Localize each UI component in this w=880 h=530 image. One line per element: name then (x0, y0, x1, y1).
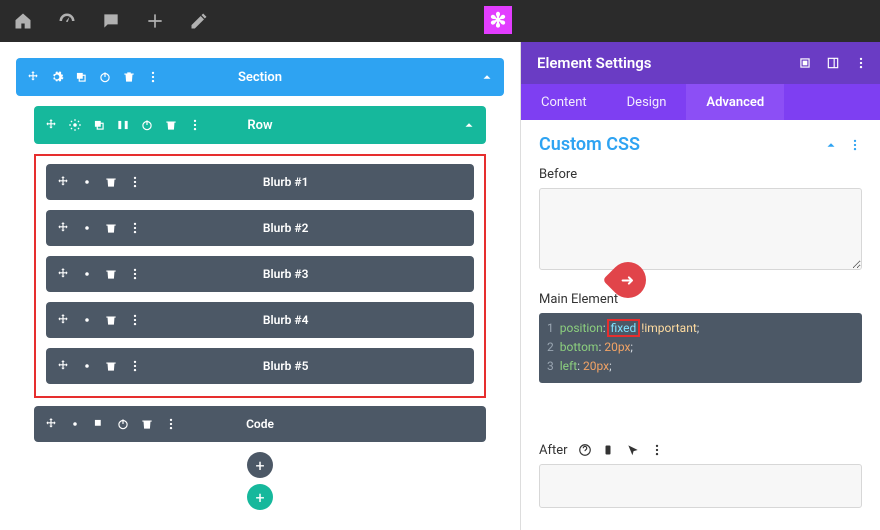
panel-title: Element Settings (537, 54, 652, 72)
more-icon[interactable] (146, 70, 160, 84)
more-icon[interactable] (848, 138, 862, 152)
chevron-up-icon[interactable] (824, 138, 838, 152)
after-css-input[interactable] (539, 464, 862, 508)
gear-icon[interactable] (68, 417, 82, 431)
tab-content[interactable]: Content (521, 84, 607, 120)
more-icon[interactable] (128, 313, 142, 327)
more-icon[interactable] (128, 359, 142, 373)
move-icon[interactable] (56, 175, 70, 189)
module-bar[interactable]: Blurb #4 (46, 302, 474, 338)
tab-advanced[interactable]: Advanced (686, 84, 784, 120)
module-label: Blurb #3 (263, 267, 309, 281)
gear-icon[interactable] (80, 359, 94, 373)
module-label: Code (246, 417, 274, 431)
chevron-up-icon[interactable] (480, 70, 494, 84)
columns-icon[interactable] (116, 118, 130, 132)
hover-icon[interactable] (626, 443, 640, 457)
module-label: Blurb #5 (263, 359, 309, 373)
main-element-label: Main Element (539, 292, 862, 307)
power-icon[interactable] (116, 417, 130, 431)
module-bar[interactable]: Blurb #5 (46, 348, 474, 384)
move-icon[interactable] (56, 221, 70, 235)
selected-modules-frame: Blurb #1 Blurb #2 (34, 154, 486, 398)
trash-icon[interactable] (104, 175, 118, 189)
panel-tabs: Content Design Advanced (521, 84, 880, 120)
move-icon[interactable] (44, 118, 58, 132)
main-css-editor[interactable]: 1position: fixed !important; 2bottom: 20… (539, 313, 862, 383)
builder-canvas: Section Row (0, 42, 520, 530)
gear-icon[interactable] (80, 221, 94, 235)
move-icon[interactable] (44, 417, 58, 431)
tab-design[interactable]: Design (607, 84, 687, 120)
module-bar-code[interactable]: Code (34, 406, 486, 442)
help-icon[interactable] (578, 443, 592, 457)
move-icon[interactable] (26, 70, 40, 84)
row-label: Row (247, 118, 272, 133)
trash-icon[interactable] (122, 70, 136, 84)
module-bar[interactable]: Blurb #2 (46, 210, 474, 246)
power-icon[interactable] (98, 70, 112, 84)
chevron-up-icon[interactable] (462, 118, 476, 132)
module-label: Blurb #2 (263, 221, 309, 235)
plus-icon[interactable] (144, 10, 166, 32)
more-icon[interactable] (128, 267, 142, 281)
more-icon[interactable] (854, 56, 868, 70)
phone-icon[interactable] (602, 443, 616, 457)
move-icon[interactable] (56, 359, 70, 373)
module-bar[interactable]: Blurb #1 (46, 164, 474, 200)
snap-icon[interactable] (826, 56, 840, 70)
move-icon[interactable] (56, 267, 70, 281)
row-bar[interactable]: Row (34, 106, 486, 144)
after-label: After (539, 443, 568, 458)
expand-icon[interactable] (798, 56, 812, 70)
settings-panel: Element Settings Content Design Advanced… (520, 42, 880, 530)
gear-icon[interactable] (50, 70, 64, 84)
module-bar[interactable]: Blurb #3 (46, 256, 474, 292)
section-label: Section (238, 70, 282, 85)
panel-header: Element Settings (521, 42, 880, 84)
add-module-button[interactable]: + (247, 452, 273, 478)
home-icon[interactable] (12, 10, 34, 32)
section-custom-css[interactable]: Custom CSS (539, 134, 862, 155)
module-label: Blurb #4 (263, 313, 309, 327)
before-css-input[interactable] (539, 188, 862, 270)
duplicate-icon[interactable] (74, 70, 88, 84)
pencil-icon[interactable] (188, 10, 210, 32)
duplicate-icon[interactable] (92, 118, 106, 132)
brand-icon[interactable]: ✻ (484, 6, 512, 34)
gear-icon[interactable] (80, 175, 94, 189)
trash-icon[interactable] (140, 417, 154, 431)
duplicate-icon[interactable] (92, 417, 106, 431)
dashboard-icon[interactable] (56, 10, 78, 32)
trash-icon[interactable] (104, 221, 118, 235)
before-label: Before (539, 167, 862, 182)
gear-icon[interactable] (80, 267, 94, 281)
trash-icon[interactable] (104, 313, 118, 327)
admin-topbar: ✻ (0, 0, 880, 42)
module-label: Blurb #1 (263, 175, 309, 189)
more-icon[interactable] (188, 118, 202, 132)
more-icon[interactable] (128, 221, 142, 235)
gear-icon[interactable] (68, 118, 82, 132)
more-icon[interactable] (650, 443, 664, 457)
gear-icon[interactable] (80, 313, 94, 327)
move-icon[interactable] (56, 313, 70, 327)
section-bar[interactable]: Section (16, 58, 504, 96)
trash-icon[interactable] (104, 267, 118, 281)
more-icon[interactable] (128, 175, 142, 189)
annotation-pointer: ➜ (610, 262, 652, 312)
trash-icon[interactable] (164, 118, 178, 132)
add-row-button[interactable]: + (247, 484, 273, 510)
more-icon[interactable] (164, 417, 178, 431)
section-title: Custom CSS (539, 134, 640, 155)
power-icon[interactable] (140, 118, 154, 132)
comment-icon[interactable] (100, 10, 122, 32)
trash-icon[interactable] (104, 359, 118, 373)
